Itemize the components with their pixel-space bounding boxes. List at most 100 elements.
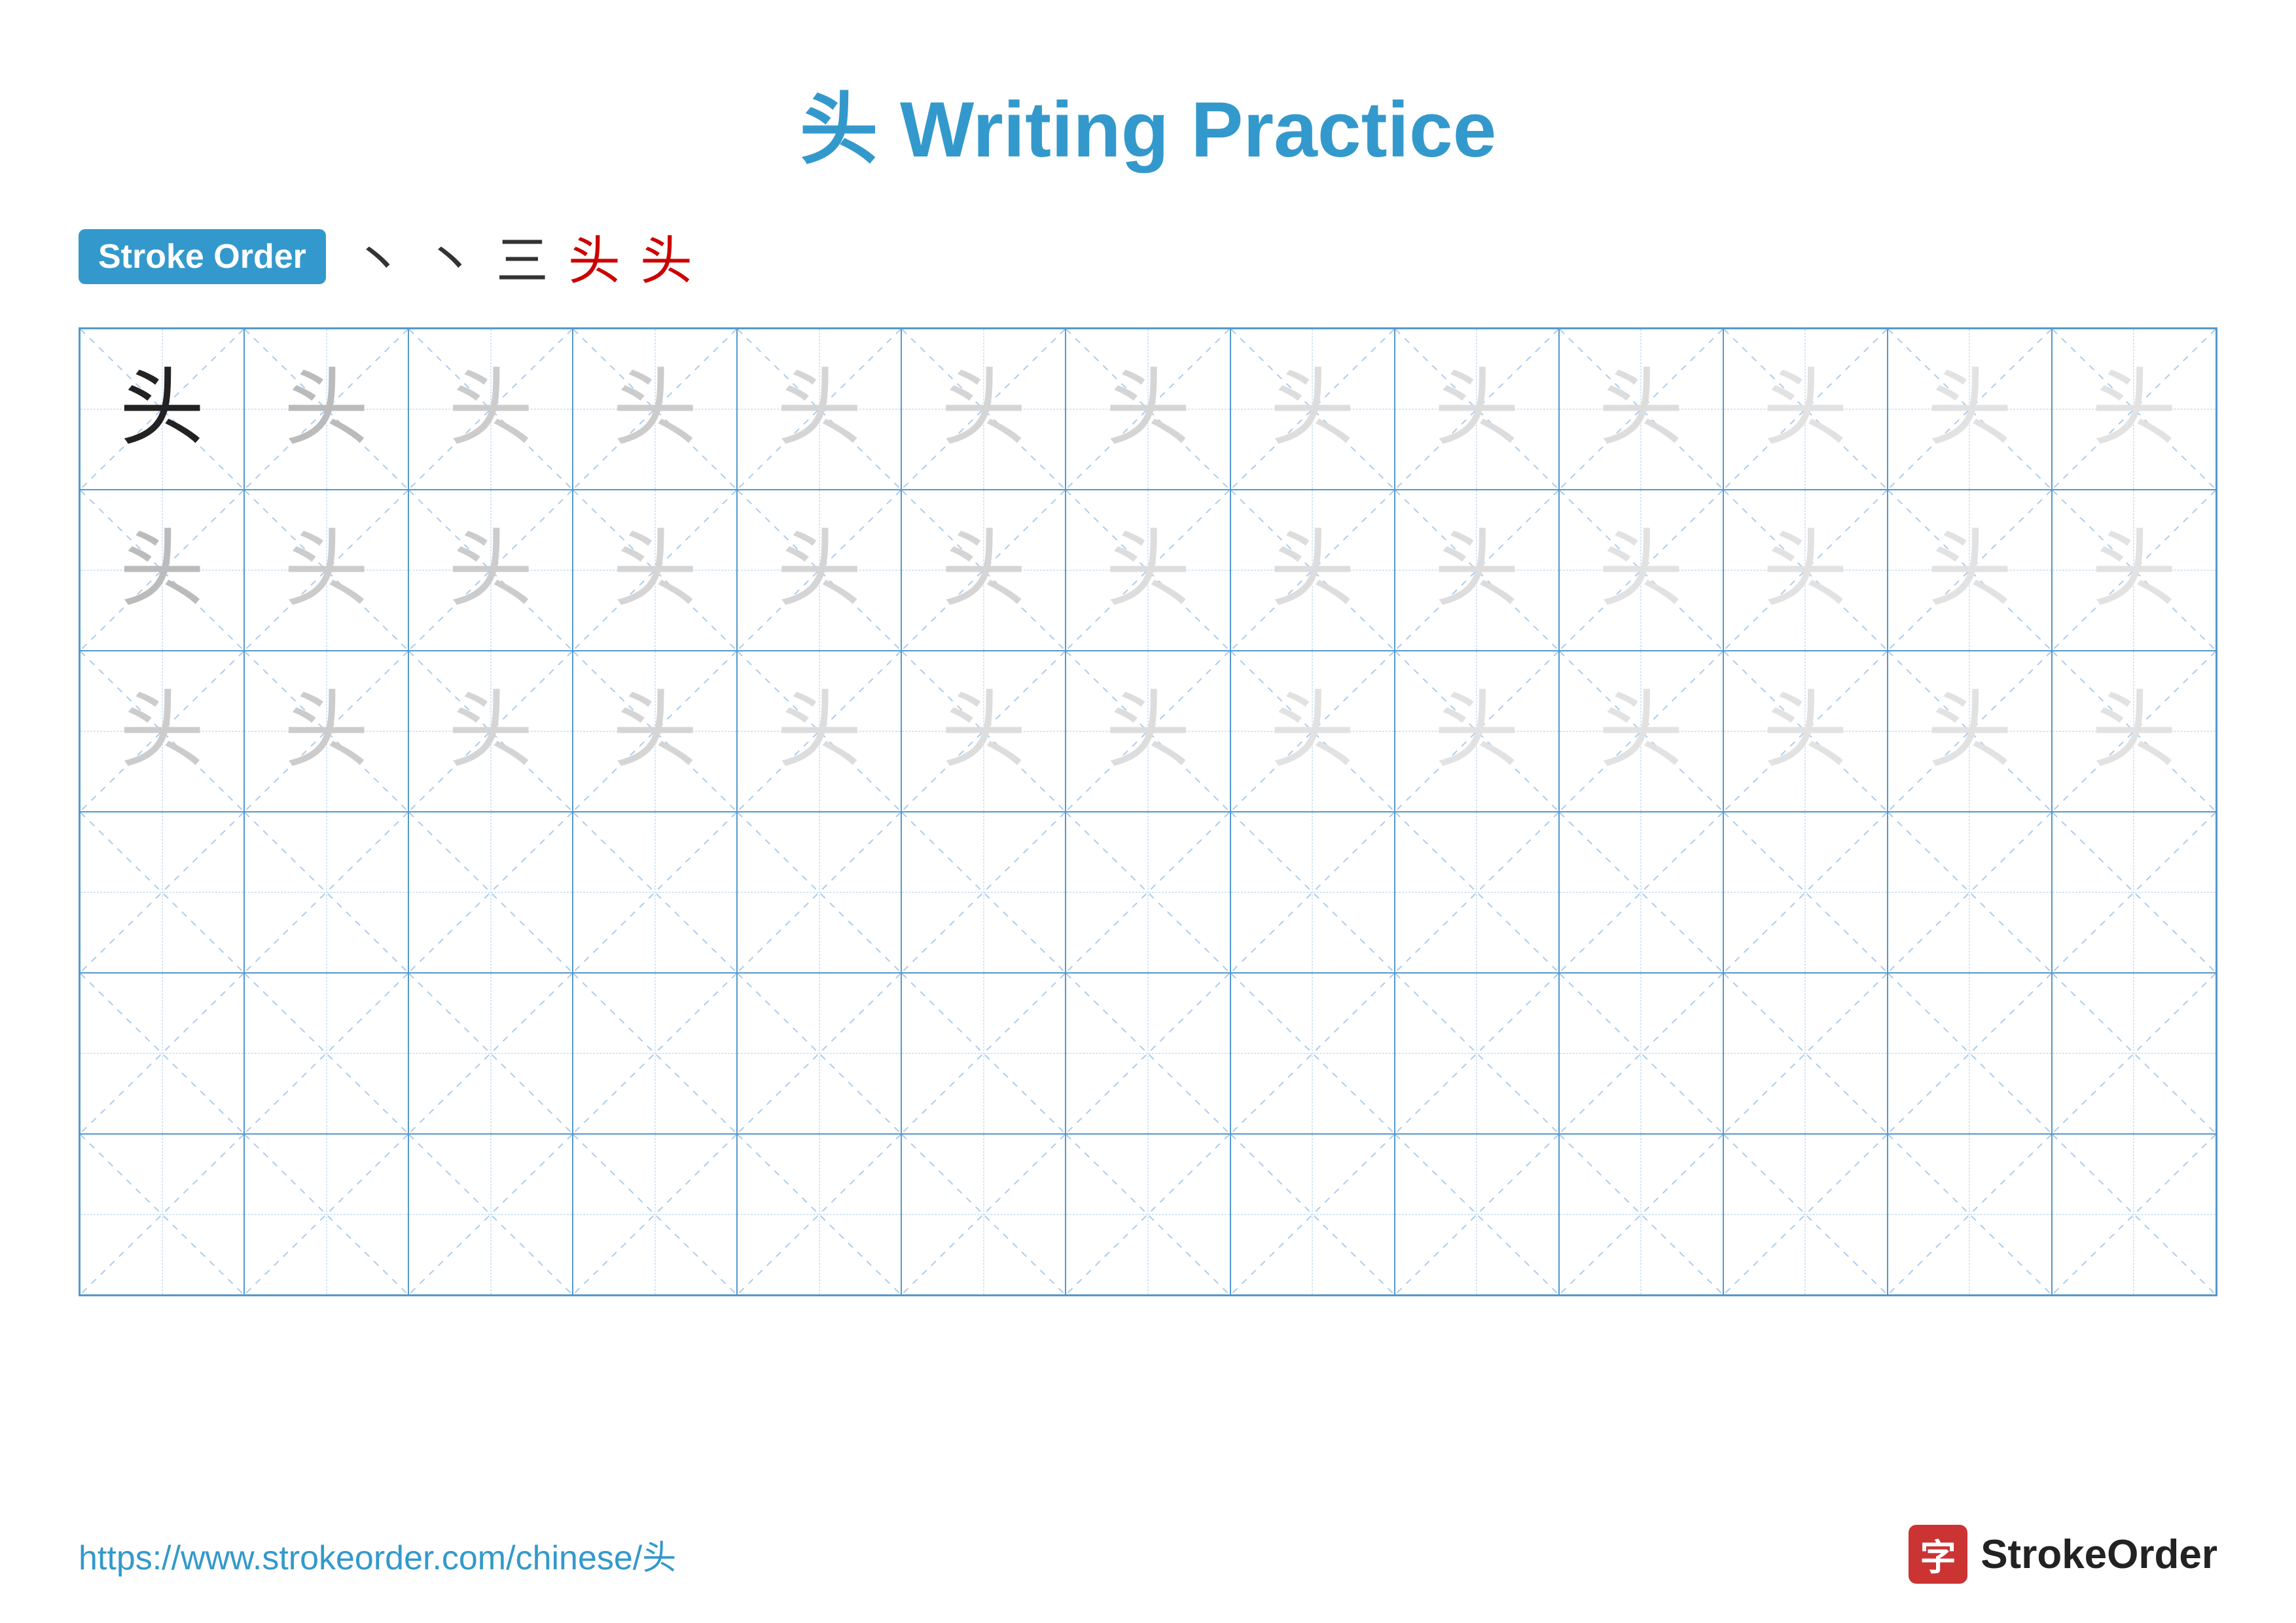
grid-cell-r6-c8[interactable] — [1230, 1134, 1395, 1295]
grid-cell-r1-c1[interactable]: 头 — [80, 329, 244, 490]
grid-cell-r6-c9[interactable] — [1395, 1134, 1559, 1295]
grid-cell-r4-c8[interactable] — [1230, 812, 1395, 973]
grid-cell-r5-c1[interactable] — [80, 973, 244, 1134]
char-r2-c7: 头 — [1105, 528, 1191, 613]
char-r3-c8: 头 — [1270, 689, 1355, 774]
char-r1-c10: 头 — [1598, 367, 1683, 452]
grid-cell-r5-c7[interactable] — [1066, 973, 1230, 1134]
grid-cell-r5-c3[interactable] — [408, 973, 573, 1134]
grid-cell-r1-c12[interactable]: 头 — [1888, 329, 2052, 490]
grid-cell-r1-c6[interactable]: 头 — [901, 329, 1066, 490]
grid-cell-r4-c13[interactable] — [2052, 812, 2216, 973]
grid-cell-r2-c4[interactable]: 头 — [573, 490, 737, 651]
grid-cell-r2-c9[interactable]: 头 — [1395, 490, 1559, 651]
grid-cell-r5-c12[interactable] — [1888, 973, 2052, 1134]
grid-cell-r3-c5[interactable]: 头 — [737, 651, 901, 812]
grid-cell-r3-c1[interactable]: 头 — [80, 651, 244, 812]
grid-cell-r6-c11[interactable] — [1723, 1134, 1888, 1295]
grid-cell-r5-c6[interactable] — [901, 973, 1066, 1134]
char-r1-c11: 头 — [1763, 367, 1848, 452]
grid-cell-r6-c7[interactable] — [1066, 1134, 1230, 1295]
char-r3-c3: 头 — [448, 689, 533, 774]
grid-cell-r4-c1[interactable] — [80, 812, 244, 973]
grid-cell-r5-c4[interactable] — [573, 973, 737, 1134]
grid-cell-r2-c13[interactable]: 头 — [2052, 490, 2216, 651]
grid-cell-r2-c3[interactable]: 头 — [408, 490, 573, 651]
grid-cell-r1-c7[interactable]: 头 — [1066, 329, 1230, 490]
grid-cell-r6-c12[interactable] — [1888, 1134, 2052, 1295]
grid-cell-r3-c9[interactable]: 头 — [1395, 651, 1559, 812]
grid-cell-r1-c2[interactable]: 头 — [244, 329, 408, 490]
grid-cell-r5-c8[interactable] — [1230, 973, 1395, 1134]
grid-cell-r1-c10[interactable]: 头 — [1559, 329, 1723, 490]
char-r3-c7: 头 — [1105, 689, 1191, 774]
grid-cell-r2-c7[interactable]: 头 — [1066, 490, 1230, 651]
grid-cell-r2-c1[interactable]: 头 — [80, 490, 244, 651]
grid-cell-r3-c6[interactable]: 头 — [901, 651, 1066, 812]
grid-cell-r5-c10[interactable] — [1559, 973, 1723, 1134]
grid-cell-r6-c3[interactable] — [408, 1134, 573, 1295]
grid-cell-r2-c10[interactable]: 头 — [1559, 490, 1723, 651]
stroke-order-badge: Stroke Order — [79, 229, 326, 284]
grid-cell-r6-c6[interactable] — [901, 1134, 1066, 1295]
grid-cell-r2-c5[interactable]: 头 — [737, 490, 901, 651]
grid-cell-r4-c10[interactable] — [1559, 812, 1723, 973]
char-r1-c7: 头 — [1105, 367, 1191, 452]
grid-cell-r1-c4[interactable]: 头 — [573, 329, 737, 490]
grid-cell-r1-c9[interactable]: 头 — [1395, 329, 1559, 490]
footer-url-link[interactable]: https://www.strokeorder.com/chinese/头 — [79, 1530, 676, 1579]
grid-cell-r4-c6[interactable] — [901, 812, 1066, 973]
stroke-order-logo-text: StrokeOrder — [1981, 1531, 2217, 1578]
stroke-order-logo-icon: 字 — [1909, 1525, 1967, 1584]
grid-cell-r5-c11[interactable] — [1723, 973, 1888, 1134]
grid-cell-r5-c2[interactable] — [244, 973, 408, 1134]
grid-cell-r2-c11[interactable]: 头 — [1723, 490, 1888, 651]
grid-cell-r4-c3[interactable] — [408, 812, 573, 973]
grid-cell-r5-c5[interactable] — [737, 973, 901, 1134]
grid-cell-r6-c4[interactable] — [573, 1134, 737, 1295]
footer-logo: 字 StrokeOrder — [1909, 1525, 2217, 1584]
char-r2-c2: 头 — [284, 528, 369, 613]
char-r3-c9: 头 — [1434, 689, 1519, 774]
grid-cell-r6-c2[interactable] — [244, 1134, 408, 1295]
grid-cell-r1-c8[interactable]: 头 — [1230, 329, 1395, 490]
grid-cell-r3-c10[interactable]: 头 — [1559, 651, 1723, 812]
grid-cell-r4-c11[interactable] — [1723, 812, 1888, 973]
grid-cell-r4-c5[interactable] — [737, 812, 901, 973]
grid-cell-r4-c12[interactable] — [1888, 812, 2052, 973]
grid-cell-r3-c3[interactable]: 头 — [408, 651, 573, 812]
writing-grid[interactable]: 头 头 头 头 头 头 头 头 — [79, 327, 2217, 1296]
grid-cell-r5-c13[interactable] — [2052, 973, 2216, 1134]
grid-cell-r3-c2[interactable]: 头 — [244, 651, 408, 812]
grid-cell-r1-c5[interactable]: 头 — [737, 329, 901, 490]
stroke-sequence: 丶 丶 三 头 头 — [352, 219, 692, 295]
grid-cell-r4-c7[interactable] — [1066, 812, 1230, 973]
grid-cell-r3-c13[interactable]: 头 — [2052, 651, 2216, 812]
grid-cell-r2-c12[interactable]: 头 — [1888, 490, 2052, 651]
grid-cell-r2-c8[interactable]: 头 — [1230, 490, 1395, 651]
grid-cell-r3-c4[interactable]: 头 — [573, 651, 737, 812]
grid-cell-r1-c11[interactable]: 头 — [1723, 329, 1888, 490]
grid-cell-r4-c4[interactable] — [573, 812, 737, 973]
grid-cell-r1-c3[interactable]: 头 — [408, 329, 573, 490]
char-r2-c11: 头 — [1763, 528, 1848, 613]
grid-cell-r3-c8[interactable]: 头 — [1230, 651, 1395, 812]
grid-cell-r6-c5[interactable] — [737, 1134, 901, 1295]
grid-cell-r1-c13[interactable]: 头 — [2052, 329, 2216, 490]
grid-cell-r3-c12[interactable]: 头 — [1888, 651, 2052, 812]
grid-cell-r2-c2[interactable]: 头 — [244, 490, 408, 651]
char-r3-c10: 头 — [1598, 689, 1683, 774]
grid-cell-r4-c2[interactable] — [244, 812, 408, 973]
grid-cell-r2-c6[interactable]: 头 — [901, 490, 1066, 651]
char-r1-c3: 头 — [448, 367, 533, 452]
grid-cell-r6-c1[interactable] — [80, 1134, 244, 1295]
grid-cell-r3-c11[interactable]: 头 — [1723, 651, 1888, 812]
char-r2-c6: 头 — [941, 528, 1026, 613]
grid-cell-r6-c13[interactable] — [2052, 1134, 2216, 1295]
char-r2-c4: 头 — [613, 528, 698, 613]
grid-cell-r3-c7[interactable]: 头 — [1066, 651, 1230, 812]
grid-cell-r6-c10[interactable] — [1559, 1134, 1723, 1295]
grid-cell-r4-c9[interactable] — [1395, 812, 1559, 973]
char-r1-c2: 头 — [284, 367, 369, 452]
grid-cell-r5-c9[interactable] — [1395, 973, 1559, 1134]
